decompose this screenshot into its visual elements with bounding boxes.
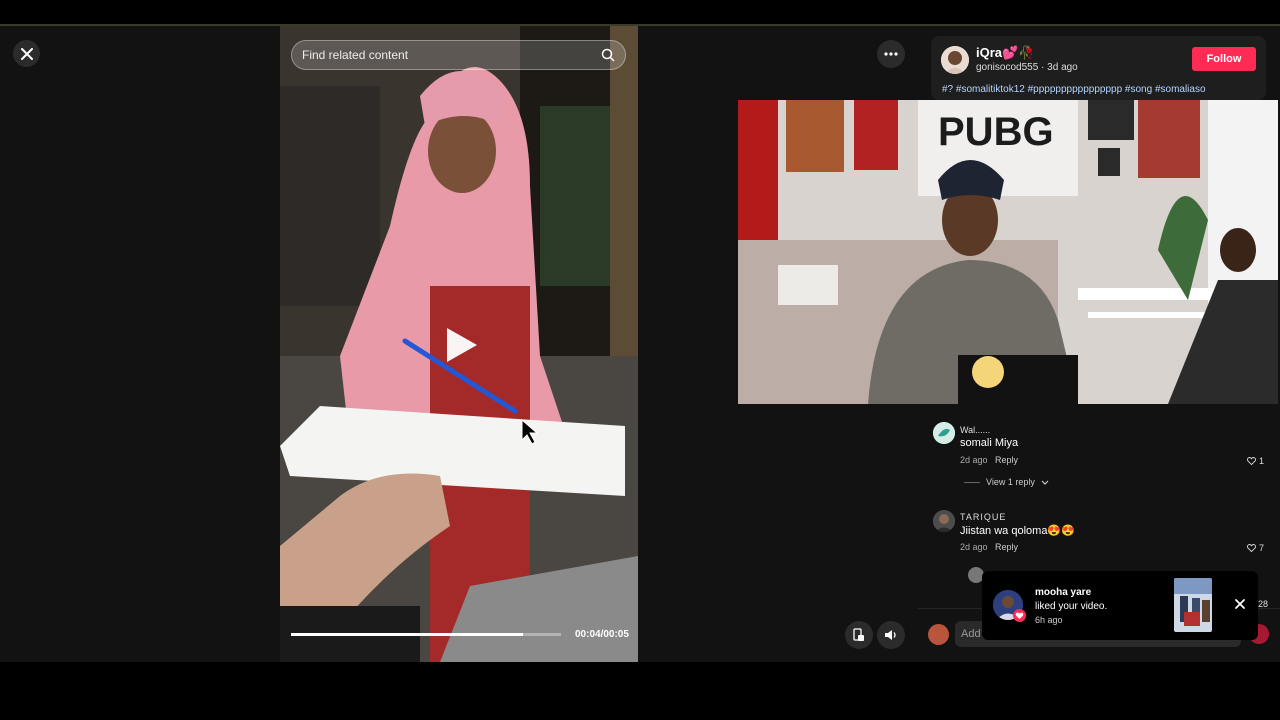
floating-player-icon	[853, 628, 864, 641]
notification-video-thumbnail[interactable]	[1174, 578, 1212, 632]
video-progress-bar[interactable]	[291, 633, 561, 636]
comment-text: Jiistan wa qoloma😍😍	[960, 525, 1075, 537]
notification-message: liked your video.	[1035, 601, 1108, 612]
heart-icon	[1247, 457, 1256, 465]
comment-reply-button[interactable]: Reply	[995, 542, 1018, 552]
close-button[interactable]	[13, 40, 40, 67]
comment-like-count: 1	[1259, 456, 1265, 466]
comment-text: somali Miya	[960, 437, 1019, 449]
comment-author[interactable]: Wal......	[960, 425, 990, 435]
overlay-stream-window: PUBG	[738, 100, 1278, 404]
more-options-button[interactable]	[877, 40, 905, 68]
thumbnail-image	[1174, 578, 1212, 632]
notification-toast[interactable]	[982, 571, 1258, 640]
view-replies-divider	[964, 481, 980, 483]
avatar-image	[933, 422, 955, 444]
more-icon	[884, 52, 898, 56]
follow-button[interactable]: Follow	[1192, 47, 1256, 71]
heart-icon	[1015, 612, 1024, 619]
close-icon	[20, 47, 33, 60]
comment-author[interactable]: TARIQUE	[960, 512, 1006, 522]
svg-text:PUBG: PUBG	[938, 110, 1054, 154]
current-user-avatar[interactable]	[928, 624, 949, 645]
search-input[interactable]	[302, 48, 601, 62]
avatar-image	[941, 46, 969, 74]
floating-player-button[interactable]	[845, 621, 873, 649]
video-timecode: 00:04/00:05	[575, 629, 629, 640]
chevron-down-icon	[1041, 480, 1049, 485]
notification-title: mooha yare	[1035, 587, 1092, 598]
author-display-name[interactable]: iQra💕🥀	[976, 45, 1034, 61]
comment-like-count: 7	[1259, 543, 1265, 553]
play-icon[interactable]	[441, 325, 481, 365]
author-avatar[interactable]	[941, 46, 969, 74]
avatar-image	[933, 510, 955, 532]
like-badge-icon	[1013, 609, 1026, 622]
search-bar[interactable]	[291, 40, 626, 70]
comment-reply-button[interactable]: Reply	[995, 455, 1018, 465]
notification-time: 6h ago	[1035, 615, 1063, 625]
volume-button[interactable]	[877, 621, 905, 649]
comment-time: 2d ago	[960, 455, 988, 465]
comment-avatar[interactable]	[933, 510, 955, 532]
author-meta: gonisocod555 · 3d ago	[976, 62, 1078, 73]
view-replies-button[interactable]: View 1 reply	[964, 477, 1049, 487]
bottom-letterbox	[0, 662, 1280, 720]
heart-icon	[1247, 544, 1256, 552]
comment-like-button[interactable]: 7	[1247, 543, 1264, 553]
close-icon[interactable]	[1233, 597, 1247, 611]
video-progress-fill	[291, 633, 524, 636]
overlay-stream-frame: PUBG	[738, 100, 1278, 404]
search-icon[interactable]	[601, 48, 615, 62]
video-hashtags[interactable]: #? #somalitiktok12 #pppppppppppppppp #so…	[942, 84, 1206, 95]
comment-avatar[interactable]	[933, 422, 955, 444]
comment-like-button[interactable]: 1	[1247, 456, 1264, 466]
comment-time: 2d ago	[960, 542, 988, 552]
view-replies-label: View 1 reply	[986, 477, 1035, 487]
volume-icon	[885, 630, 896, 640]
